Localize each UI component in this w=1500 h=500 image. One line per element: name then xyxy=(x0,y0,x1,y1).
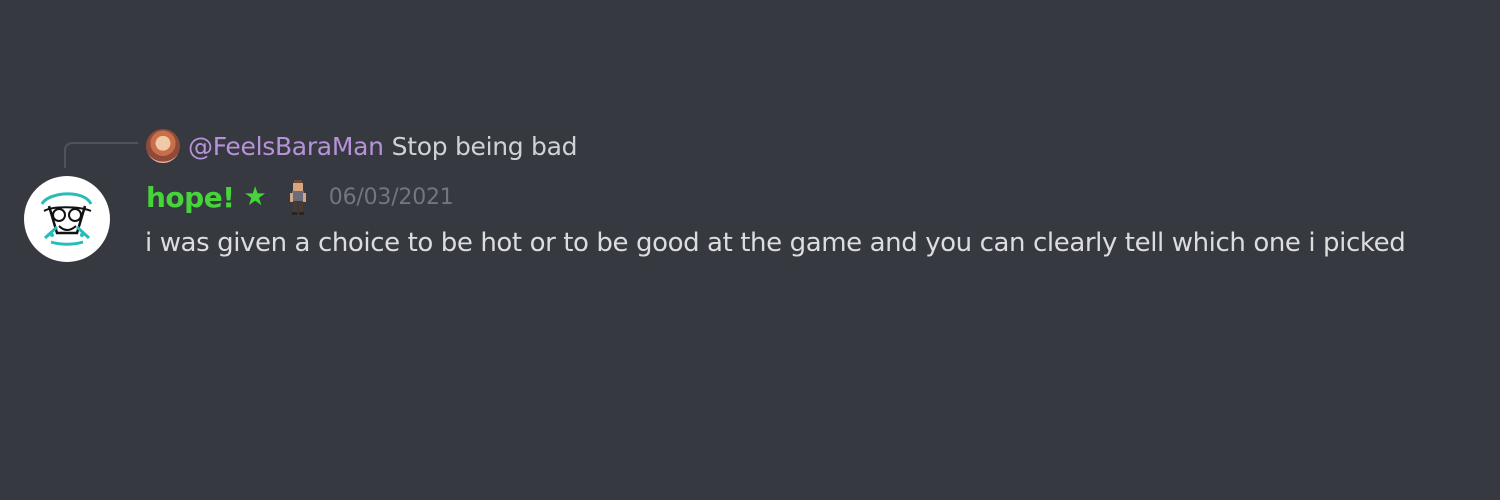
avatar-sketch-icon xyxy=(40,192,93,246)
message-timestamp: 06/03/2021 xyxy=(328,184,454,210)
reply-preview[interactable]: @FeelsBaraMan Stop being bad xyxy=(146,128,577,164)
chat-channel: @FeelsBaraMan Stop being bad hope! ★ 06/… xyxy=(0,0,1500,500)
author-avatar[interactable] xyxy=(24,176,110,262)
pixel-character-icon xyxy=(289,180,306,215)
reply-author-avatar[interactable] xyxy=(146,129,180,163)
reply-author[interactable]: @FeelsBaraMan xyxy=(188,132,384,161)
message-header: hope! ★ 06/03/2021 xyxy=(146,176,454,218)
reply-text[interactable]: Stop being bad xyxy=(392,132,578,161)
author-badge: ★ xyxy=(243,182,267,212)
author-name[interactable]: hope! xyxy=(146,181,235,214)
message-content: i was given a choice to be hot or to be … xyxy=(145,228,1406,258)
reply-spine xyxy=(64,142,138,168)
